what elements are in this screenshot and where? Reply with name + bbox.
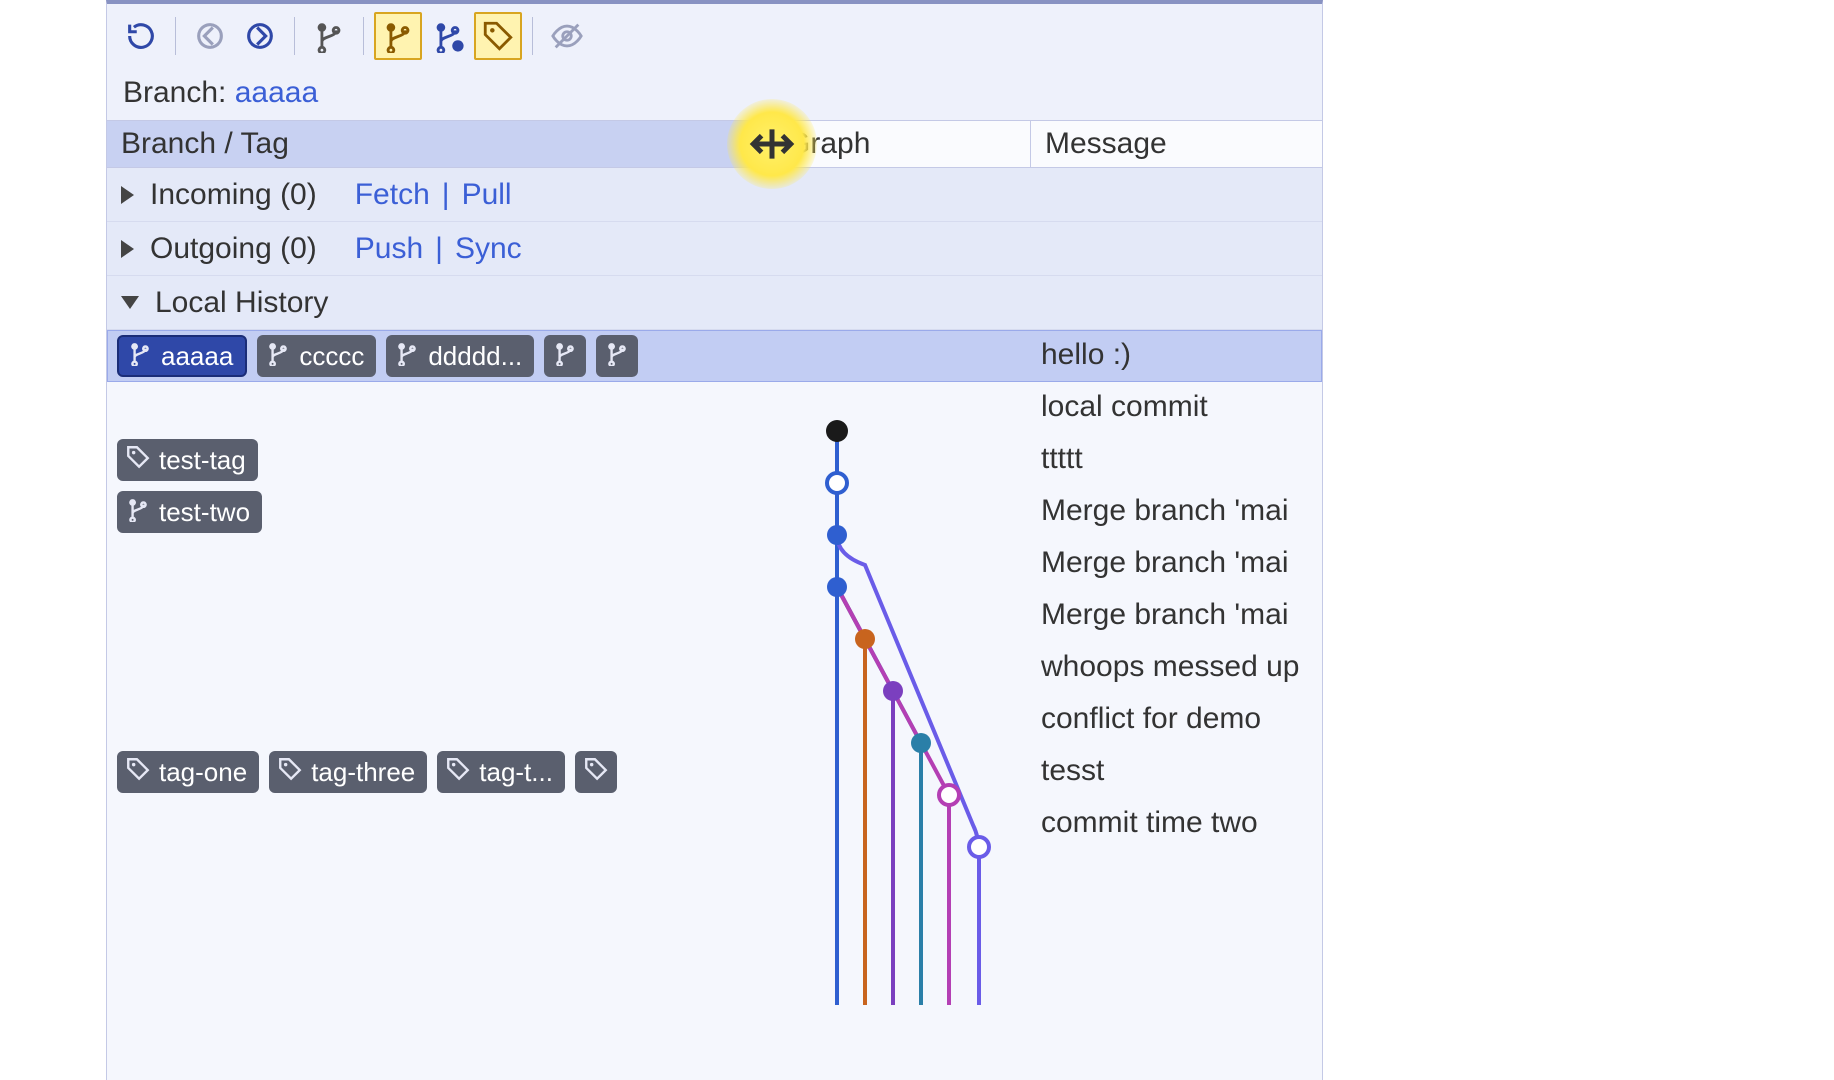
refresh-icon <box>124 19 158 53</box>
branch-chip-overflow[interactable] <box>596 335 638 377</box>
branch-icon <box>381 19 415 53</box>
gutter-left <box>0 0 106 1080</box>
link-separator: | <box>442 178 450 212</box>
local-history-label: Local History <box>155 286 328 320</box>
gutter-right <box>1323 0 1834 1080</box>
branch-icon <box>604 340 630 373</box>
refresh-button[interactable] <box>117 12 165 60</box>
toolbar <box>107 4 1322 68</box>
tag-icon <box>125 444 151 477</box>
arrow-back-icon <box>193 19 227 53</box>
tag-icon <box>583 756 609 789</box>
branch-chip[interactable]: ccccc <box>257 335 376 377</box>
tag-chip-label: test-tag <box>159 445 246 476</box>
commit-list: aaaaa ccccc ddddd... test-tag test-two tag… <box>107 330 1322 1080</box>
local-history-section[interactable]: Local History <box>107 276 1322 330</box>
nav-back-button[interactable] <box>186 12 234 60</box>
commit-message: ttttt <box>1041 442 1321 476</box>
commit-message: Merge branch 'mai <box>1041 546 1321 580</box>
graph-column <box>773 330 1031 1080</box>
branch-icon <box>265 340 291 373</box>
tag-chip[interactable]: tag-t... <box>437 751 565 793</box>
branch-picker-button[interactable] <box>305 12 353 60</box>
incoming-section[interactable]: Incoming (0) Fetch | Pull <box>107 168 1322 222</box>
tag-chip-label: tag-three <box>311 757 415 788</box>
incoming-label: Incoming (0) <box>150 178 317 212</box>
current-branch-bar: Branch: aaaaa <box>107 68 1322 120</box>
fetch-link[interactable]: Fetch <box>355 178 430 212</box>
eye-off-icon <box>550 19 584 53</box>
resize-horizontal-icon <box>747 119 797 169</box>
commit-message: commit time two <box>1041 806 1321 840</box>
tag-icon <box>481 19 515 53</box>
tag-chip[interactable]: tag-three <box>269 751 427 793</box>
toolbar-separator <box>175 17 176 55</box>
commit-message: Merge branch 'mai <box>1041 494 1321 528</box>
branch-chip[interactable]: test-two <box>117 491 262 533</box>
pull-link[interactable]: Pull <box>462 178 512 212</box>
tag-icon <box>277 756 303 789</box>
commit-message: tesst <box>1041 754 1321 788</box>
branch-icon <box>125 496 151 529</box>
expand-icon <box>121 240 134 258</box>
branch-chip[interactable]: ddddd... <box>386 335 534 377</box>
sync-link[interactable]: Sync <box>455 232 522 266</box>
outgoing-label: Outgoing (0) <box>150 232 317 266</box>
branch-chip-label: ccccc <box>299 341 364 372</box>
show-branches-toggle[interactable] <box>374 12 422 60</box>
collapse-icon <box>121 296 139 309</box>
tag-chip[interactable]: test-tag <box>117 439 258 481</box>
commit-message: local commit <box>1041 390 1321 424</box>
column-message[interactable]: Message <box>1031 121 1322 167</box>
branch-icon <box>394 340 420 373</box>
branch-label: Branch: <box>123 76 226 109</box>
column-headers: Branch / Tag Graph Message <box>107 120 1322 168</box>
commit-message: whoops messed up <box>1041 650 1321 684</box>
branch-icon <box>552 340 578 373</box>
branch-icon <box>127 340 153 373</box>
column-resize-highlight <box>727 99 817 189</box>
tag-icon <box>125 756 151 789</box>
branch-remote-icon <box>431 19 465 53</box>
visibility-button[interactable] <box>543 12 591 60</box>
commit-message: hello :) <box>1041 338 1321 372</box>
push-link[interactable]: Push <box>355 232 423 266</box>
column-branch-tag[interactable]: Branch / Tag <box>107 121 773 167</box>
tag-chip[interactable]: tag-one <box>117 751 259 793</box>
expand-icon <box>121 186 134 204</box>
outgoing-section[interactable]: Outgoing (0) Push | Sync <box>107 222 1322 276</box>
show-tags-toggle[interactable] <box>474 12 522 60</box>
show-remote-branches-toggle[interactable] <box>424 12 472 60</box>
branch-chip[interactable]: aaaaa <box>117 335 247 377</box>
link-separator: | <box>435 232 443 266</box>
branch-icon <box>312 19 346 53</box>
commit-message: Merge branch 'mai <box>1041 598 1321 632</box>
branch-chip-label: test-two <box>159 497 250 528</box>
commit-message: conflict for demo <box>1041 702 1321 736</box>
toolbar-separator <box>294 17 295 55</box>
branch-chip-overflow[interactable] <box>544 335 586 377</box>
nav-forward-button[interactable] <box>236 12 284 60</box>
commit-graph <box>773 330 1031 1080</box>
arrow-forward-icon <box>243 19 277 53</box>
branch-chip-label: ddddd... <box>428 341 522 372</box>
tag-chip-overflow[interactable] <box>575 751 617 793</box>
branch-name-link[interactable]: aaaaa <box>235 76 318 109</box>
toolbar-separator <box>363 17 364 55</box>
branch-chip-label: aaaaa <box>161 341 233 372</box>
tag-chip-label: tag-one <box>159 757 247 788</box>
tag-chip-label: tag-t... <box>479 757 553 788</box>
git-history-panel: Branch: aaaaa Branch / Tag Graph Message… <box>106 0 1323 1080</box>
toolbar-separator <box>532 17 533 55</box>
tag-icon <box>445 756 471 789</box>
